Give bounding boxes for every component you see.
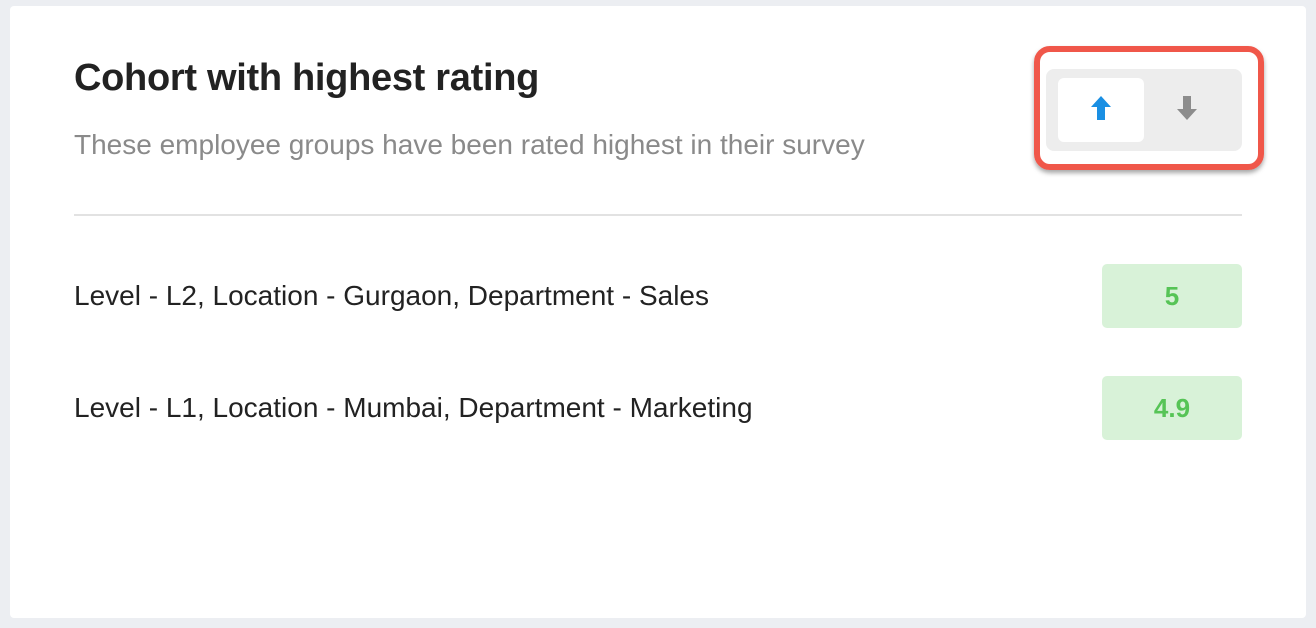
arrow-down-icon (1176, 95, 1198, 126)
sort-ascending-button[interactable] (1058, 78, 1144, 142)
sort-toggle (1046, 69, 1242, 151)
score-badge: 4.9 (1102, 376, 1242, 440)
card-subtitle: These employee groups have been rated hi… (74, 129, 865, 160)
cohort-card: Cohort with highest rating These employe… (10, 6, 1306, 618)
sort-descending-button[interactable] (1144, 78, 1230, 142)
cohort-list: Level - L2, Location - Gurgaon, Departme… (74, 264, 1242, 488)
score-badge: 5 (1102, 264, 1242, 328)
divider (74, 214, 1242, 216)
cohort-label: Level - L1, Location - Mumbai, Departmen… (74, 392, 753, 423)
cohort-row: Level - L2, Location - Gurgaon, Departme… (74, 264, 1242, 328)
card-title: Cohort with highest rating (74, 57, 540, 99)
arrow-up-icon (1090, 95, 1112, 126)
cohort-row: Level - L1, Location - Mumbai, Departmen… (74, 376, 1242, 440)
cohort-label: Level - L2, Location - Gurgaon, Departme… (74, 280, 710, 311)
